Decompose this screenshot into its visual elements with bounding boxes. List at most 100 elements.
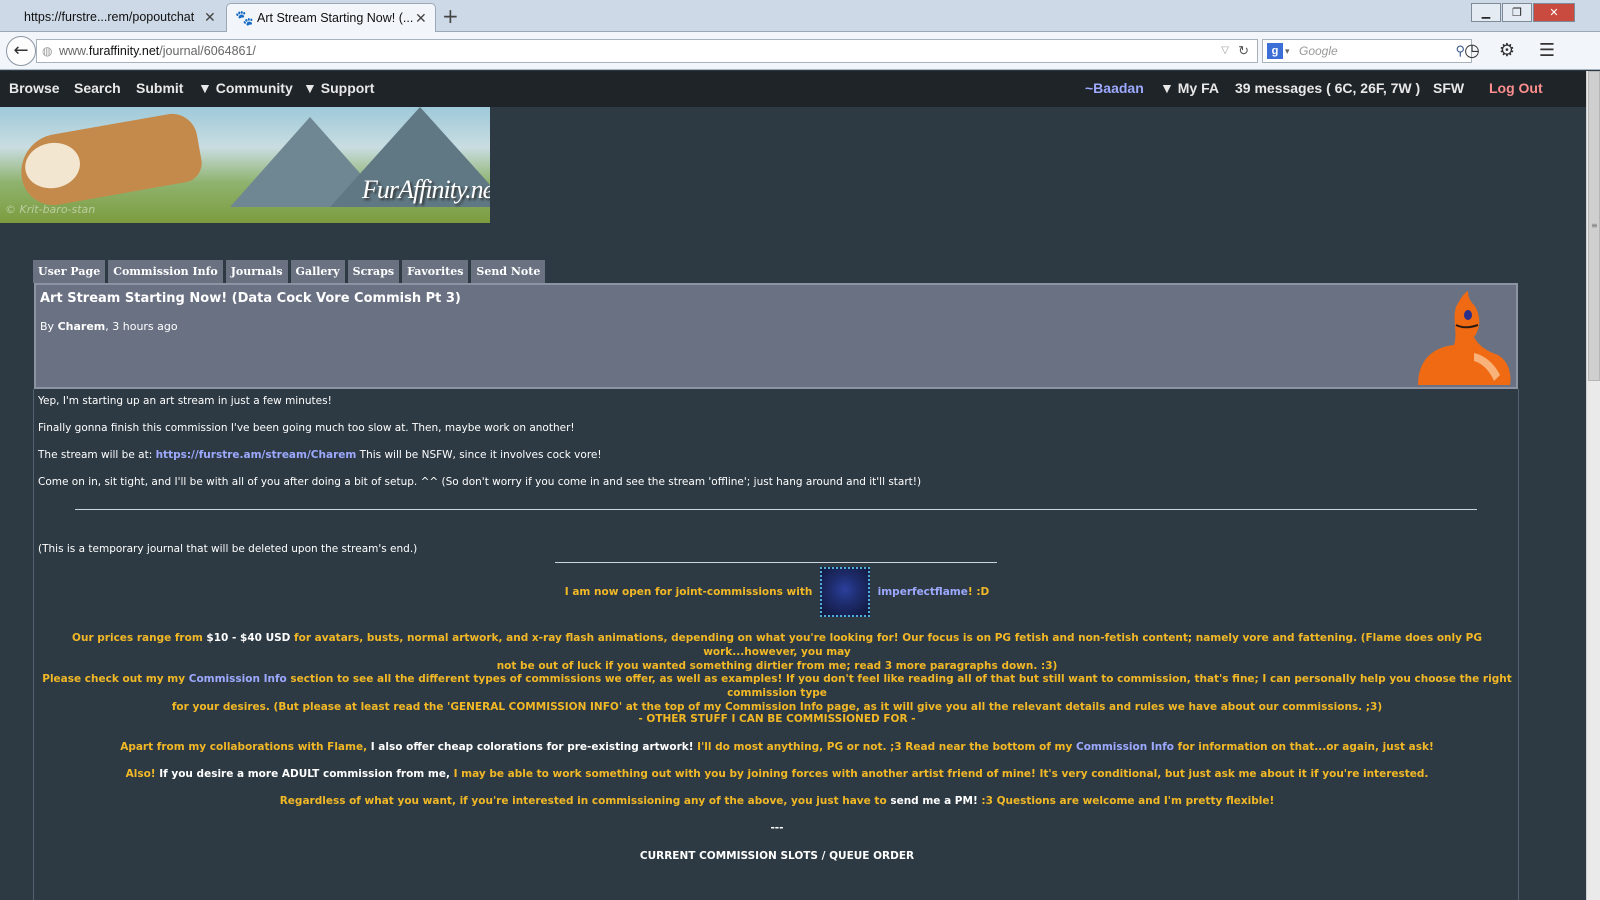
tab-scraps[interactable]: Scraps [347, 260, 400, 283]
divider [555, 562, 997, 563]
url-path: /journal/6064861/ [159, 44, 256, 58]
browser-navigation-bar: ← ◍ www.furaffinity.net/journal/6064861/… [0, 32, 1600, 70]
commission-info-link[interactable]: Commission Info [1076, 741, 1174, 753]
restore-icon[interactable]: ❐ [1502, 3, 1532, 22]
address-bar[interactable]: ◍ www.furaffinity.net/journal/6064861/ ▽… [36, 39, 1258, 63]
posted-time: , 3 hours ago [105, 320, 178, 333]
scrollbar-thumb[interactable]: ≡ [1588, 71, 1600, 381]
nav-browse[interactable]: Browse [9, 71, 60, 105]
also-text: I may be able to work something out with… [449, 768, 1429, 780]
nav-search[interactable]: Search [74, 71, 121, 105]
adult-commission-paragraph: Also! If you desire a more ADULT commiss… [34, 768, 1520, 780]
tab-gallery[interactable]: Gallery [290, 260, 345, 283]
journal-paragraph: The stream will be at: https://furstre.a… [38, 449, 602, 461]
stream-link[interactable]: https://furstre.am/stream/Charem [156, 449, 357, 461]
prices-text: for avatars, busts, normal artwork, and … [290, 632, 1482, 658]
tab-journals[interactable]: Journals [225, 260, 288, 283]
nav-sfw-toggle[interactable]: SFW [1433, 71, 1464, 105]
tab-commission-info[interactable]: Commission Info [108, 260, 223, 283]
nav-community[interactable]: ▼ Community [198, 71, 293, 105]
minimize-icon[interactable]: ▁ [1471, 3, 1501, 22]
prices-range: $10 - $40 USD [206, 632, 291, 644]
by-label: By [40, 320, 55, 333]
window-close-icon[interactable]: ✕ [1533, 3, 1575, 22]
banner-creature [15, 109, 205, 211]
page-scrollbar[interactable]: ≡ [1586, 71, 1600, 900]
nav-logout[interactable]: Log Out [1489, 71, 1543, 105]
author-link[interactable]: Charem [58, 320, 106, 333]
search-placeholder: Google [1299, 44, 1338, 58]
colorations-paragraph: Apart from my collaborations with Flame,… [34, 741, 1520, 753]
back-arrow-icon[interactable]: ← [6, 36, 36, 66]
reload-icon[interactable]: ↻ [1238, 40, 1249, 62]
journal-paragraph: (This is a temporary journal that will b… [38, 543, 418, 555]
check-text: for your desires. (But please at least r… [171, 701, 1383, 713]
joint-commission-line: I am now open for joint-commissions with… [34, 567, 1520, 617]
tab-user-page[interactable]: User Page [33, 260, 106, 283]
apart-text: I'll do most anything, PG or not. ;3 Rea… [693, 741, 1076, 753]
prices-text: not be out of luck if you wanted somethi… [496, 660, 1058, 672]
banner-signature: © Krit-baro-stan [5, 203, 96, 216]
url-domain: furaffinity.net [88, 44, 160, 58]
prices-paragraph: Our prices range from $10 - $40 USD for … [34, 631, 1520, 673]
journal-byline: By Charem, 3 hours ago [40, 320, 178, 333]
journal-header: Art Stream Starting Now! (Data Cock Vore… [34, 283, 1518, 389]
search-bar[interactable]: g ▾ Google ⚲ [1262, 39, 1472, 63]
search-engine-icon[interactable]: g [1267, 43, 1283, 59]
site-logo: FurAffinity.net [362, 175, 490, 204]
stream-note: This will be NSFW, since it involves coc… [356, 449, 602, 461]
tab-title: Art Stream Starting Now! (... [257, 11, 414, 25]
stream-label: The stream will be at: [38, 449, 156, 461]
imperfectflame-avatar[interactable] [819, 567, 870, 617]
close-icon[interactable]: ✕ [204, 3, 216, 32]
apart-text: Apart from my collaborations with Flame, [120, 741, 371, 753]
url-prefix: www. [59, 44, 89, 58]
history-icon[interactable]: ◷ [1461, 40, 1483, 62]
nav-support[interactable]: ▼ Support [303, 71, 374, 105]
joint-exclaim: ! :D [967, 586, 990, 598]
prices-text: Our prices range from [72, 632, 207, 644]
browser-tab-journal[interactable]: 🐾 Art Stream Starting Now! (... ✕ [226, 3, 436, 32]
regard-highlight: send me a PM! [890, 795, 978, 807]
nav-submit[interactable]: Submit [136, 71, 183, 105]
dropdown-arrow-icon[interactable]: ▽ [1221, 40, 1229, 62]
nav-messages[interactable]: 39 messages ( 6C, 26F, 7W ) [1235, 71, 1420, 105]
browser-tab-bar: https://furstre...rem/popoutchat ✕ 🐾 Art… [0, 0, 1600, 32]
check-text: Please check out my my [42, 673, 189, 685]
joint-text: I am now open for joint-commissions with [564, 586, 813, 598]
site-navigation: Browse Search Submit ▼ Community ▼ Suppo… [0, 71, 1586, 107]
regard-text: Regardless of what you want, if you're i… [279, 795, 891, 807]
menu-icon[interactable]: ☰ [1536, 40, 1558, 62]
profile-tabs: User Page Commission Info Journals Gallery S… [33, 260, 548, 283]
browser-tab-popoutchat[interactable]: https://furstre...rem/popoutchat ✕ [0, 3, 226, 32]
separator-text: --- [770, 822, 784, 834]
globe-icon: ◍ [42, 44, 53, 58]
banner-creature-head [21, 138, 84, 193]
nav-username[interactable]: ~Baadan [1085, 71, 1144, 105]
also-highlight: If you desire a more ADULT commission fr… [159, 768, 450, 780]
journal-paragraph: Come on in, sit tight, and I'll be with … [38, 476, 922, 488]
other-stuff-heading: - OTHER STUFF I CAN BE COMMISSIONED FOR … [638, 713, 916, 725]
new-tab-icon[interactable]: + [442, 2, 459, 30]
nav-myfa[interactable]: ▼ My FA [1160, 71, 1219, 105]
journal-title: Art Stream Starting Now! (Data Cock Vore… [40, 291, 461, 306]
journal-paragraph: Yep, I'm starting up an art stream in ju… [38, 395, 332, 407]
slots-heading: CURRENT COMMISSION SLOTS / QUEUE ORDER [639, 850, 915, 862]
site-banner[interactable]: FurAffinity.net © Krit-baro-stan [0, 107, 490, 223]
author-avatar[interactable] [1414, 289, 1512, 385]
check-text: section to see all the different types o… [286, 673, 1512, 699]
imperfectflame-link[interactable]: imperfectflame [878, 586, 968, 598]
close-icon[interactable]: ✕ [415, 4, 427, 32]
regard-text: :3 Questions are welcome and I'm pretty … [977, 795, 1275, 807]
commission-info-link[interactable]: Commission Info [189, 673, 287, 685]
chevron-down-icon[interactable]: ▾ [1285, 40, 1290, 62]
journal-paragraph: Finally gonna finish this commission I'v… [38, 422, 575, 434]
tab-favorites[interactable]: Favorites [402, 260, 469, 283]
tab-send-note[interactable]: Send Note [471, 260, 546, 283]
pm-paragraph: Regardless of what you want, if you're i… [34, 795, 1520, 807]
apart-highlight: I also offer cheap colorations for pre-e… [370, 741, 694, 753]
also-text: Also! [125, 768, 160, 780]
apart-text: for information on that...or again, just… [1174, 741, 1434, 753]
gear-icon[interactable]: ⚙ [1496, 40, 1518, 62]
grip-icon: ≡ [1591, 221, 1598, 230]
